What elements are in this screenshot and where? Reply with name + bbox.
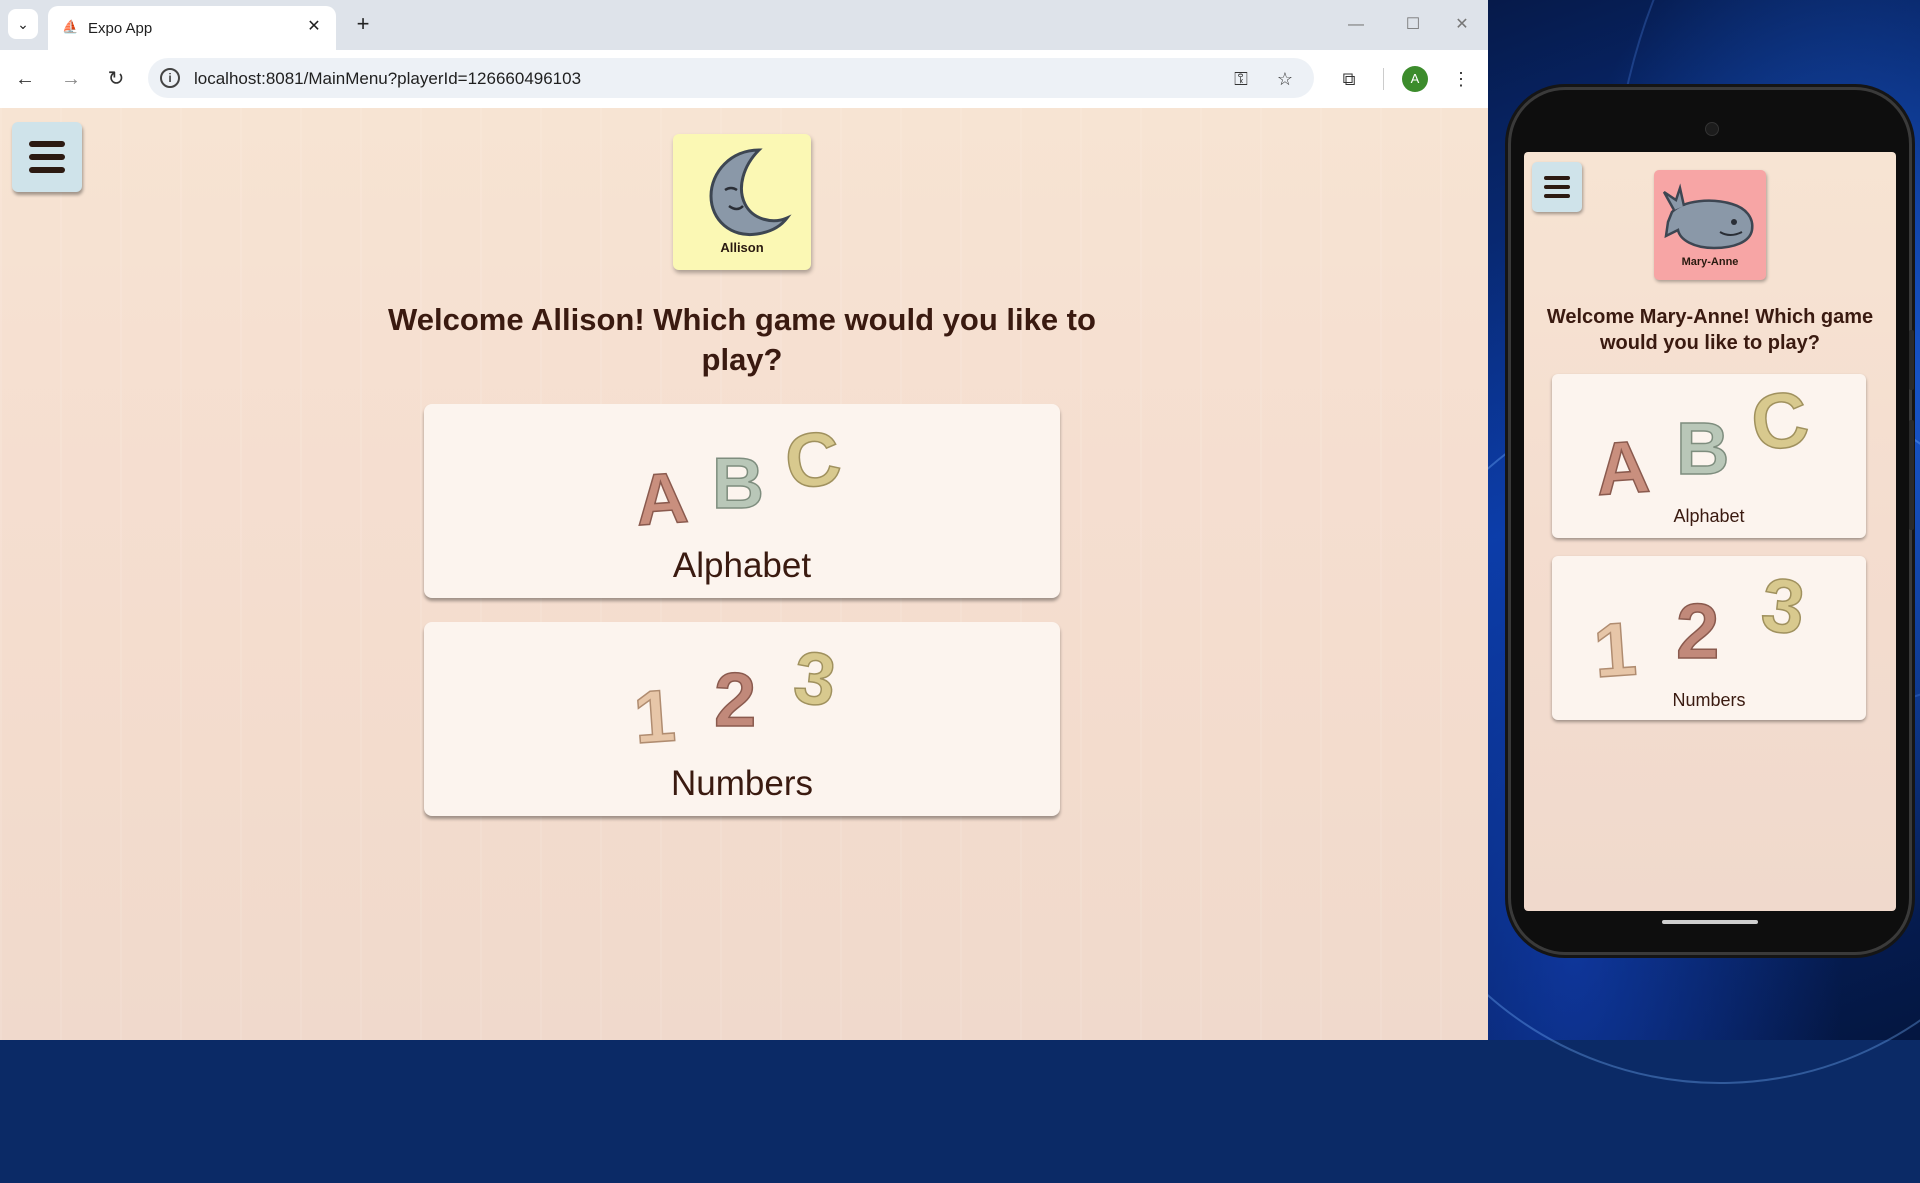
minimize-icon[interactable]: — bbox=[1336, 10, 1376, 40]
phone-hamburger-menu-button[interactable] bbox=[1532, 162, 1582, 212]
tab-list-icon[interactable]: ⌄ bbox=[8, 9, 38, 39]
browser-tab[interactable]: ⛵ Expo App ✕ bbox=[48, 6, 336, 50]
abc-letters-icon: A B C bbox=[1592, 372, 1814, 511]
phone-numbers-label: Numbers bbox=[1672, 690, 1746, 710]
maximize-icon[interactable]: ☐ bbox=[1393, 10, 1433, 40]
phone-volume-button bbox=[1909, 420, 1914, 530]
letter-c: C bbox=[780, 415, 846, 507]
extensions-icon[interactable]: ⧉ bbox=[1334, 64, 1364, 94]
hamburger-menu-button[interactable] bbox=[12, 122, 82, 192]
address-bar[interactable]: i localhost:8081/MainMenu?playerId=12666… bbox=[148, 58, 1314, 98]
url-text[interactable]: localhost:8081/MainMenu?playerId=1266604… bbox=[194, 69, 581, 89]
browser-window: ⌄ ⛵ Expo App ✕ + — ☐ ✕ ← → ↻ i localhost… bbox=[0, 0, 1488, 1040]
numbers-game-card[interactable]: 1 2 3 Numbers bbox=[424, 622, 1060, 816]
digit-1: 1 bbox=[1591, 606, 1639, 680]
letter-a: A bbox=[1593, 424, 1652, 498]
numbers-label: Numbers bbox=[671, 764, 813, 803]
tab-bar: ⌄ ⛵ Expo App ✕ + — ☐ ✕ bbox=[0, 0, 1488, 50]
digit-3: 3 bbox=[1758, 562, 1809, 651]
hamburger-icon bbox=[1544, 176, 1570, 180]
phone-emulator: Mary-Anne Welcome Mary-Anne! Which game … bbox=[1511, 90, 1914, 952]
tab-title: Expo App bbox=[88, 20, 153, 37]
site-info-icon[interactable]: i bbox=[160, 68, 180, 88]
welcome-heading: Welcome Allison! Which game would you li… bbox=[388, 302, 1096, 377]
whale-icon bbox=[1662, 183, 1754, 250]
hamburger-icon bbox=[29, 141, 65, 147]
phone-alphabet-label: Alphabet bbox=[1673, 506, 1745, 526]
phone-player-card[interactable]: Mary-Anne bbox=[1654, 170, 1766, 280]
reload-icon[interactable]: ↻ bbox=[101, 64, 131, 94]
phone-home-indicator[interactable] bbox=[1662, 920, 1758, 924]
phone-numbers-game-card[interactable]: 1 2 3 Numbers bbox=[1552, 556, 1866, 720]
phone-welcome-heading: Welcome Mary-Anne! Which game would you … bbox=[1546, 306, 1874, 354]
123-numbers-icon: 1 2 3 bbox=[630, 634, 840, 760]
kebab-menu-icon[interactable]: ⋮ bbox=[1446, 64, 1476, 94]
abc-letters-icon: A B C bbox=[632, 414, 847, 542]
close-icon[interactable]: ✕ bbox=[304, 17, 324, 37]
toolbar-divider bbox=[1383, 68, 1384, 90]
digit-2: 2 bbox=[1676, 587, 1719, 675]
player-card[interactable]: Allison bbox=[673, 134, 811, 270]
digit-3: 3 bbox=[790, 635, 840, 722]
bookmark-star-icon[interactable]: ☆ bbox=[1272, 66, 1298, 92]
letter-a: A bbox=[633, 458, 690, 534]
letter-c: C bbox=[1746, 374, 1814, 468]
alphabet-game-card[interactable]: A B C Alphabet bbox=[424, 404, 1060, 598]
expo-favicon-icon: ⛵ bbox=[62, 19, 79, 34]
profile-avatar[interactable]: A bbox=[1402, 66, 1428, 92]
browser-toolbar: ← → ↻ i localhost:8081/MainMenu?playerId… bbox=[0, 50, 1488, 109]
forward-icon[interactable]: → bbox=[56, 64, 86, 94]
phone-screen: Mary-Anne Welcome Mary-Anne! Which game … bbox=[1524, 152, 1896, 911]
phone-alphabet-game-card[interactable]: A B C Alphabet bbox=[1552, 372, 1866, 538]
main-menu-page: Allison Welcome Allison! Which game woul… bbox=[0, 108, 1488, 1040]
phone-power-button bbox=[1909, 330, 1914, 390]
password-key-icon[interactable]: ⚿ bbox=[1228, 66, 1254, 92]
digit-1: 1 bbox=[631, 673, 678, 752]
digit-2: 2 bbox=[714, 658, 756, 743]
back-icon[interactable]: ← bbox=[10, 64, 40, 94]
letter-b: B bbox=[712, 444, 764, 524]
new-tab-icon[interactable]: + bbox=[350, 12, 376, 38]
moon-icon bbox=[709, 148, 792, 237]
letter-b: B bbox=[1676, 407, 1729, 490]
window-close-icon[interactable]: ✕ bbox=[1442, 10, 1482, 40]
123-numbers-icon: 1 2 3 bbox=[1590, 561, 1809, 695]
camera-icon bbox=[1705, 122, 1719, 136]
player-name: Allison bbox=[720, 240, 764, 255]
alphabet-label: Alphabet bbox=[672, 546, 812, 585]
phone-player-name: Mary-Anne bbox=[1681, 256, 1739, 268]
